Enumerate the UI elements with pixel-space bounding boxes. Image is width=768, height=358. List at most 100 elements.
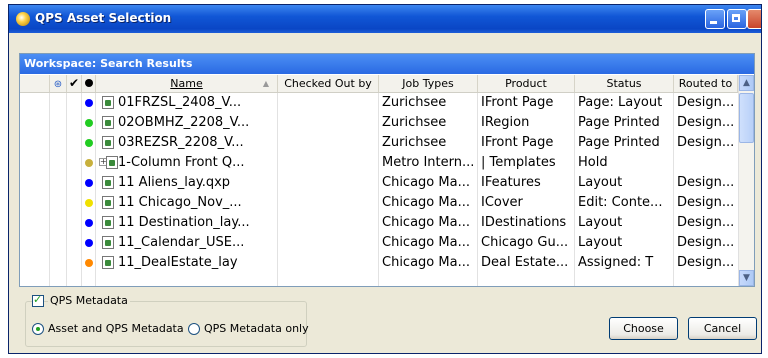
header-checked-out-by[interactable]: Checked Out by <box>278 75 379 92</box>
cell-routed-to: Design... <box>677 235 735 250</box>
radio-asset-and-qps-metadata[interactable] <box>32 323 44 335</box>
cell-checked-out-by <box>278 133 378 153</box>
cell-job-types: Zurichsee <box>382 135 447 150</box>
cell-product: | Templates <box>481 155 556 170</box>
cell-job-types: Chicago Ma... <box>382 255 470 270</box>
status-dot-icon <box>85 239 93 247</box>
cell-checked-out-by <box>278 213 378 233</box>
file-icon <box>102 216 114 229</box>
header-lock-icon[interactable]: ⊛ <box>50 75 67 92</box>
cancel-button[interactable]: Cancel <box>688 317 757 340</box>
radio-qps-metadata-only[interactable] <box>188 323 200 335</box>
status-dot-icon <box>85 139 93 147</box>
app-icon <box>16 12 30 26</box>
header-routed-to[interactable]: Routed to <box>674 75 738 92</box>
close-button[interactable] <box>747 9 761 29</box>
table-row[interactable]: +1-Column Front Q... Metro Intern... | Tem… <box>20 153 738 173</box>
header-name-label: Name <box>170 77 203 90</box>
cell-checked-out-by <box>278 193 378 213</box>
cell-routed-to: Design... <box>677 175 735 190</box>
cell-product: IFeatures <box>481 175 541 190</box>
file-icon <box>102 136 114 149</box>
cell-product: IFront Page <box>481 95 554 110</box>
table-row[interactable]: 01FRZSL_2408_V... Zurichsee IFront Page Pag… <box>20 93 738 113</box>
header-status-dot-icon[interactable] <box>82 75 96 92</box>
vertical-scrollbar[interactable]: ▲ ▼ <box>738 75 754 286</box>
header-spacer <box>20 75 50 92</box>
cell-job-types: Chicago Ma... <box>382 175 470 190</box>
cell-routed-to: Design... <box>677 95 735 110</box>
cell-product: ICover <box>481 195 523 210</box>
table-row[interactable]: 11_Calendar_USE... Chicago Ma... Chicago G… <box>20 233 738 253</box>
scroll-up-button[interactable]: ▲ <box>739 75 754 91</box>
qps-metadata-checkbox[interactable] <box>32 293 44 307</box>
cell-checked-out-by <box>278 233 378 253</box>
cell-status: Page Printed <box>578 135 660 150</box>
cell-name: 01FRZSL_2408_V... <box>118 95 242 110</box>
cell-routed-to <box>674 153 738 173</box>
table-row[interactable]: 11 Chicago_Nov_... Chicago Ma... ICover Edi… <box>20 193 738 213</box>
file-icon <box>102 176 114 189</box>
cell-routed-to: Design... <box>677 115 735 130</box>
file-icon <box>102 116 114 129</box>
status-dot-icon <box>85 199 93 207</box>
minimize-button[interactable] <box>705 9 725 29</box>
cell-checked-out-by <box>278 113 378 133</box>
cell-checked-out-by <box>278 253 378 273</box>
header-product[interactable]: Product <box>478 75 575 92</box>
status-dot-icon <box>85 179 93 187</box>
panel-header: Workspace: Search Results <box>20 54 754 74</box>
table-row[interactable]: 03REZSR_2208_V... Zurichsee IFront Page Pag… <box>20 133 738 153</box>
cell-product: IFront Page <box>481 135 554 150</box>
qps-metadata-label[interactable]: QPS Metadata <box>48 294 130 307</box>
status-dot-icon <box>85 219 93 227</box>
column-header: ⊛ ✔ Name ▲ Checked Out by Job Types Prod… <box>20 75 738 93</box>
qps-asset-selection-dialog: QPS Asset Selection Workspace: Search Re… <box>8 4 762 354</box>
header-name[interactable]: Name ▲ <box>96 75 278 92</box>
cell-checked-out-by <box>278 93 378 113</box>
cell-status: Page: Layout <box>578 95 663 110</box>
cell-job-types: Chicago Ma... <box>382 215 470 230</box>
cell-status: Layout <box>578 215 623 230</box>
scroll-down-button[interactable]: ▼ <box>739 270 754 286</box>
cell-status: Layout <box>578 235 623 250</box>
cell-name: 11_DealEstate_lay <box>118 255 238 270</box>
cell-job-types: Chicago Ma... <box>382 195 470 210</box>
scroll-thumb[interactable] <box>739 93 754 143</box>
cell-job-types: Metro Intern... <box>382 155 475 170</box>
status-dot-icon <box>85 259 93 267</box>
cell-product: Chicago Gu... <box>481 235 569 250</box>
maximize-button[interactable] <box>727 9 747 29</box>
status-dot-icon <box>85 119 93 127</box>
cell-routed-to: Design... <box>677 255 735 270</box>
status-dot-icon <box>85 99 93 107</box>
cell-product: Deal Estate... <box>481 255 569 270</box>
cell-checked-out-by <box>278 173 378 193</box>
header-job-types[interactable]: Job Types <box>379 75 478 92</box>
sort-ascending-icon: ▲ <box>262 79 269 88</box>
metadata-options-group: QPS Metadata Asset and QPS Metadata QPS … <box>25 293 309 347</box>
cell-product: IRegion <box>481 115 530 130</box>
file-icon <box>102 256 114 269</box>
cell-job-types: Zurichsee <box>382 115 447 130</box>
radio-asset-and-qps-metadata-label[interactable]: Asset and QPS Metadata <box>48 322 184 335</box>
cell-routed-to: Design... <box>677 135 735 150</box>
cell-name: 11 Aliens_lay.qxp <box>118 175 231 190</box>
cell-job-types: Chicago Ma... <box>382 235 470 250</box>
cell-name: 02OBMHZ_2208_V... <box>118 115 250 130</box>
cell-status: Assigned: T <box>578 255 654 270</box>
search-results-panel: Workspace: Search Results ⊛ ✔ Name ▲ Che… <box>19 53 755 287</box>
cell-routed-to: Design... <box>677 195 735 210</box>
file-icon <box>102 196 114 209</box>
cell-name: 11 Chicago_Nov_... <box>118 195 242 210</box>
title-bar[interactable]: QPS Asset Selection <box>9 5 761 33</box>
table-row[interactable]: 02OBMHZ_2208_V... Zurichsee IRegion Page Pr… <box>20 113 738 133</box>
cell-status: Hold <box>578 155 608 170</box>
header-status[interactable]: Status <box>575 75 674 92</box>
table-row[interactable]: 11 Aliens_lay.qxp Chicago Ma... IFeatures L… <box>20 173 738 193</box>
choose-button[interactable]: Choose <box>609 317 678 340</box>
radio-qps-metadata-only-label[interactable]: QPS Metadata only <box>204 322 309 335</box>
table-row[interactable]: 11 Destination_lay... Chicago Ma... IDesti… <box>20 213 738 233</box>
table-row[interactable]: 11_DealEstate_lay Chicago Ma... Deal Estat… <box>20 253 738 273</box>
header-checkmark-icon[interactable]: ✔ <box>67 75 82 92</box>
